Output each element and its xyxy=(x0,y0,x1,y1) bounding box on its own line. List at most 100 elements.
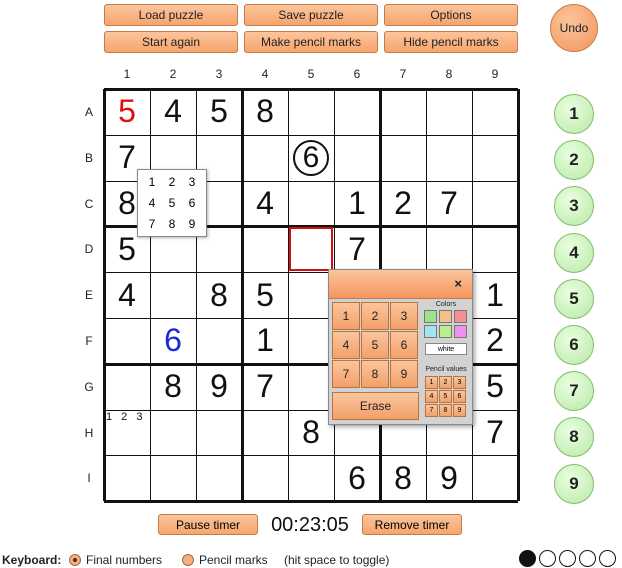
level-dot[interactable] xyxy=(539,550,556,567)
cell-h1[interactable]: 1 2 3 xyxy=(104,410,150,456)
cell-a4[interactable]: 8 xyxy=(242,89,288,135)
panel-header[interactable]: × xyxy=(329,270,472,299)
level-dot[interactable] xyxy=(519,550,536,567)
cell-i4[interactable] xyxy=(242,455,288,501)
cell-c8[interactable]: 7 xyxy=(426,181,472,227)
pencil-value-1[interactable]: 1 xyxy=(425,376,438,389)
cell-b7[interactable] xyxy=(380,135,426,181)
white-color-button[interactable]: white xyxy=(425,343,467,355)
cell-h2[interactable] xyxy=(150,410,196,456)
pencil-value-3[interactable]: 3 xyxy=(453,376,466,389)
cell-i6[interactable]: 6 xyxy=(334,455,380,501)
cell-c9[interactable] xyxy=(472,181,518,227)
panel-key-9[interactable]: 9 xyxy=(390,360,418,388)
start-again-button[interactable]: Start again xyxy=(104,31,238,53)
cell-b6[interactable] xyxy=(334,135,380,181)
cell-b4[interactable] xyxy=(242,135,288,181)
panel-key-5[interactable]: 5 xyxy=(361,331,389,359)
cell-b8[interactable] xyxy=(426,135,472,181)
cell-d4[interactable] xyxy=(242,226,288,272)
panel-key-1[interactable]: 1 xyxy=(332,302,360,330)
cell-a6[interactable] xyxy=(334,89,380,135)
pencil-value-6[interactable]: 6 xyxy=(453,390,466,403)
number-button-3[interactable]: 3 xyxy=(554,186,594,227)
panel-key-8[interactable]: 8 xyxy=(361,360,389,388)
cell-d8[interactable] xyxy=(426,226,472,272)
cell-e2[interactable] xyxy=(150,272,196,318)
cell-i9[interactable] xyxy=(472,455,518,501)
undo-button[interactable]: Undo xyxy=(550,4,598,52)
cell-g4[interactable]: 7 xyxy=(242,364,288,410)
pencil-value-5[interactable]: 5 xyxy=(439,390,452,403)
cell-i8[interactable]: 9 xyxy=(426,455,472,501)
number-button-7[interactable]: 7 xyxy=(554,371,594,412)
cell-a2[interactable]: 4 xyxy=(150,89,196,135)
cell-i2[interactable] xyxy=(150,455,196,501)
pencil-popup-number[interactable]: 3 xyxy=(182,172,202,193)
level-dot[interactable] xyxy=(579,550,596,567)
cell-e4[interactable]: 5 xyxy=(242,272,288,318)
erase-button[interactable]: Erase xyxy=(332,392,419,420)
number-button-5[interactable]: 5 xyxy=(554,278,594,319)
cell-g3[interactable]: 9 xyxy=(196,364,242,410)
cell-a1[interactable]: 5 xyxy=(104,89,150,135)
pencil-value-2[interactable]: 2 xyxy=(439,376,452,389)
cell-c4[interactable]: 4 xyxy=(242,181,288,227)
cell-f9[interactable]: 2 xyxy=(472,318,518,364)
cell-a3[interactable]: 5 xyxy=(196,89,242,135)
level-dot[interactable] xyxy=(559,550,576,567)
save-puzzle-button[interactable]: Save puzzle xyxy=(244,4,378,26)
pencil-popup-number[interactable]: 9 xyxy=(182,213,202,234)
cell-g1[interactable] xyxy=(104,364,150,410)
cell-b9[interactable] xyxy=(472,135,518,181)
panel-key-2[interactable]: 2 xyxy=(361,302,389,330)
pencil-value-7[interactable]: 7 xyxy=(425,404,438,417)
cell-i1[interactable] xyxy=(104,455,150,501)
panel-key-3[interactable]: 3 xyxy=(390,302,418,330)
options-button[interactable]: Options xyxy=(384,4,518,26)
pencil-popup-number[interactable]: 8 xyxy=(162,213,182,234)
pencil-value-4[interactable]: 4 xyxy=(425,390,438,403)
cell-h3[interactable] xyxy=(196,410,242,456)
color-swatch[interactable] xyxy=(424,325,437,338)
number-button-1[interactable]: 1 xyxy=(554,94,594,134)
panel-key-4[interactable]: 4 xyxy=(332,331,360,359)
cell-a8[interactable] xyxy=(426,89,472,135)
make-pencil-marks-button[interactable]: Make pencil marks xyxy=(244,31,378,53)
cell-d9[interactable] xyxy=(472,226,518,272)
cell-b5[interactable]: 6 xyxy=(288,135,334,181)
color-swatch[interactable] xyxy=(454,310,467,323)
cell-e9[interactable]: 1 xyxy=(472,272,518,318)
cell-d7[interactable] xyxy=(380,226,426,272)
cell-h9[interactable]: 7 xyxy=(472,410,518,456)
pencil-popup-number[interactable]: 5 xyxy=(162,193,182,214)
color-swatch[interactable] xyxy=(439,310,452,323)
cell-h4[interactable] xyxy=(242,410,288,456)
cell-f3[interactable] xyxy=(196,318,242,364)
pause-timer-button[interactable]: Pause timer xyxy=(158,514,258,535)
pencil-popup-number[interactable]: 7 xyxy=(142,213,162,234)
cell-f4[interactable]: 1 xyxy=(242,318,288,364)
remove-timer-button[interactable]: Remove timer xyxy=(362,514,462,535)
number-button-4[interactable]: 4 xyxy=(554,232,594,273)
pencil-popup-number[interactable]: 2 xyxy=(162,172,182,193)
close-icon[interactable]: × xyxy=(454,276,462,291)
number-button-2[interactable]: 2 xyxy=(554,140,594,181)
color-swatch[interactable] xyxy=(454,325,467,338)
cell-f1[interactable] xyxy=(104,318,150,364)
cell-d6[interactable]: 7 xyxy=(334,226,380,272)
cell-c5[interactable] xyxy=(288,181,334,227)
number-button-9[interactable]: 9 xyxy=(554,463,594,504)
cell-c7[interactable]: 2 xyxy=(380,181,426,227)
cell-e3[interactable]: 8 xyxy=(196,272,242,318)
cell-e1[interactable]: 4 xyxy=(104,272,150,318)
pencil-popup-number[interactable]: 1 xyxy=(142,172,162,193)
number-button-8[interactable]: 8 xyxy=(554,417,594,458)
hide-pencil-marks-button[interactable]: Hide pencil marks xyxy=(384,31,518,53)
pencil-value-8[interactable]: 8 xyxy=(439,404,452,417)
cell-g2[interactable]: 8 xyxy=(150,364,196,410)
cell-a9[interactable] xyxy=(472,89,518,135)
pencil-marks-radio[interactable] xyxy=(182,554,194,566)
panel-key-7[interactable]: 7 xyxy=(332,360,360,388)
pencil-popup-number[interactable]: 4 xyxy=(142,193,162,214)
